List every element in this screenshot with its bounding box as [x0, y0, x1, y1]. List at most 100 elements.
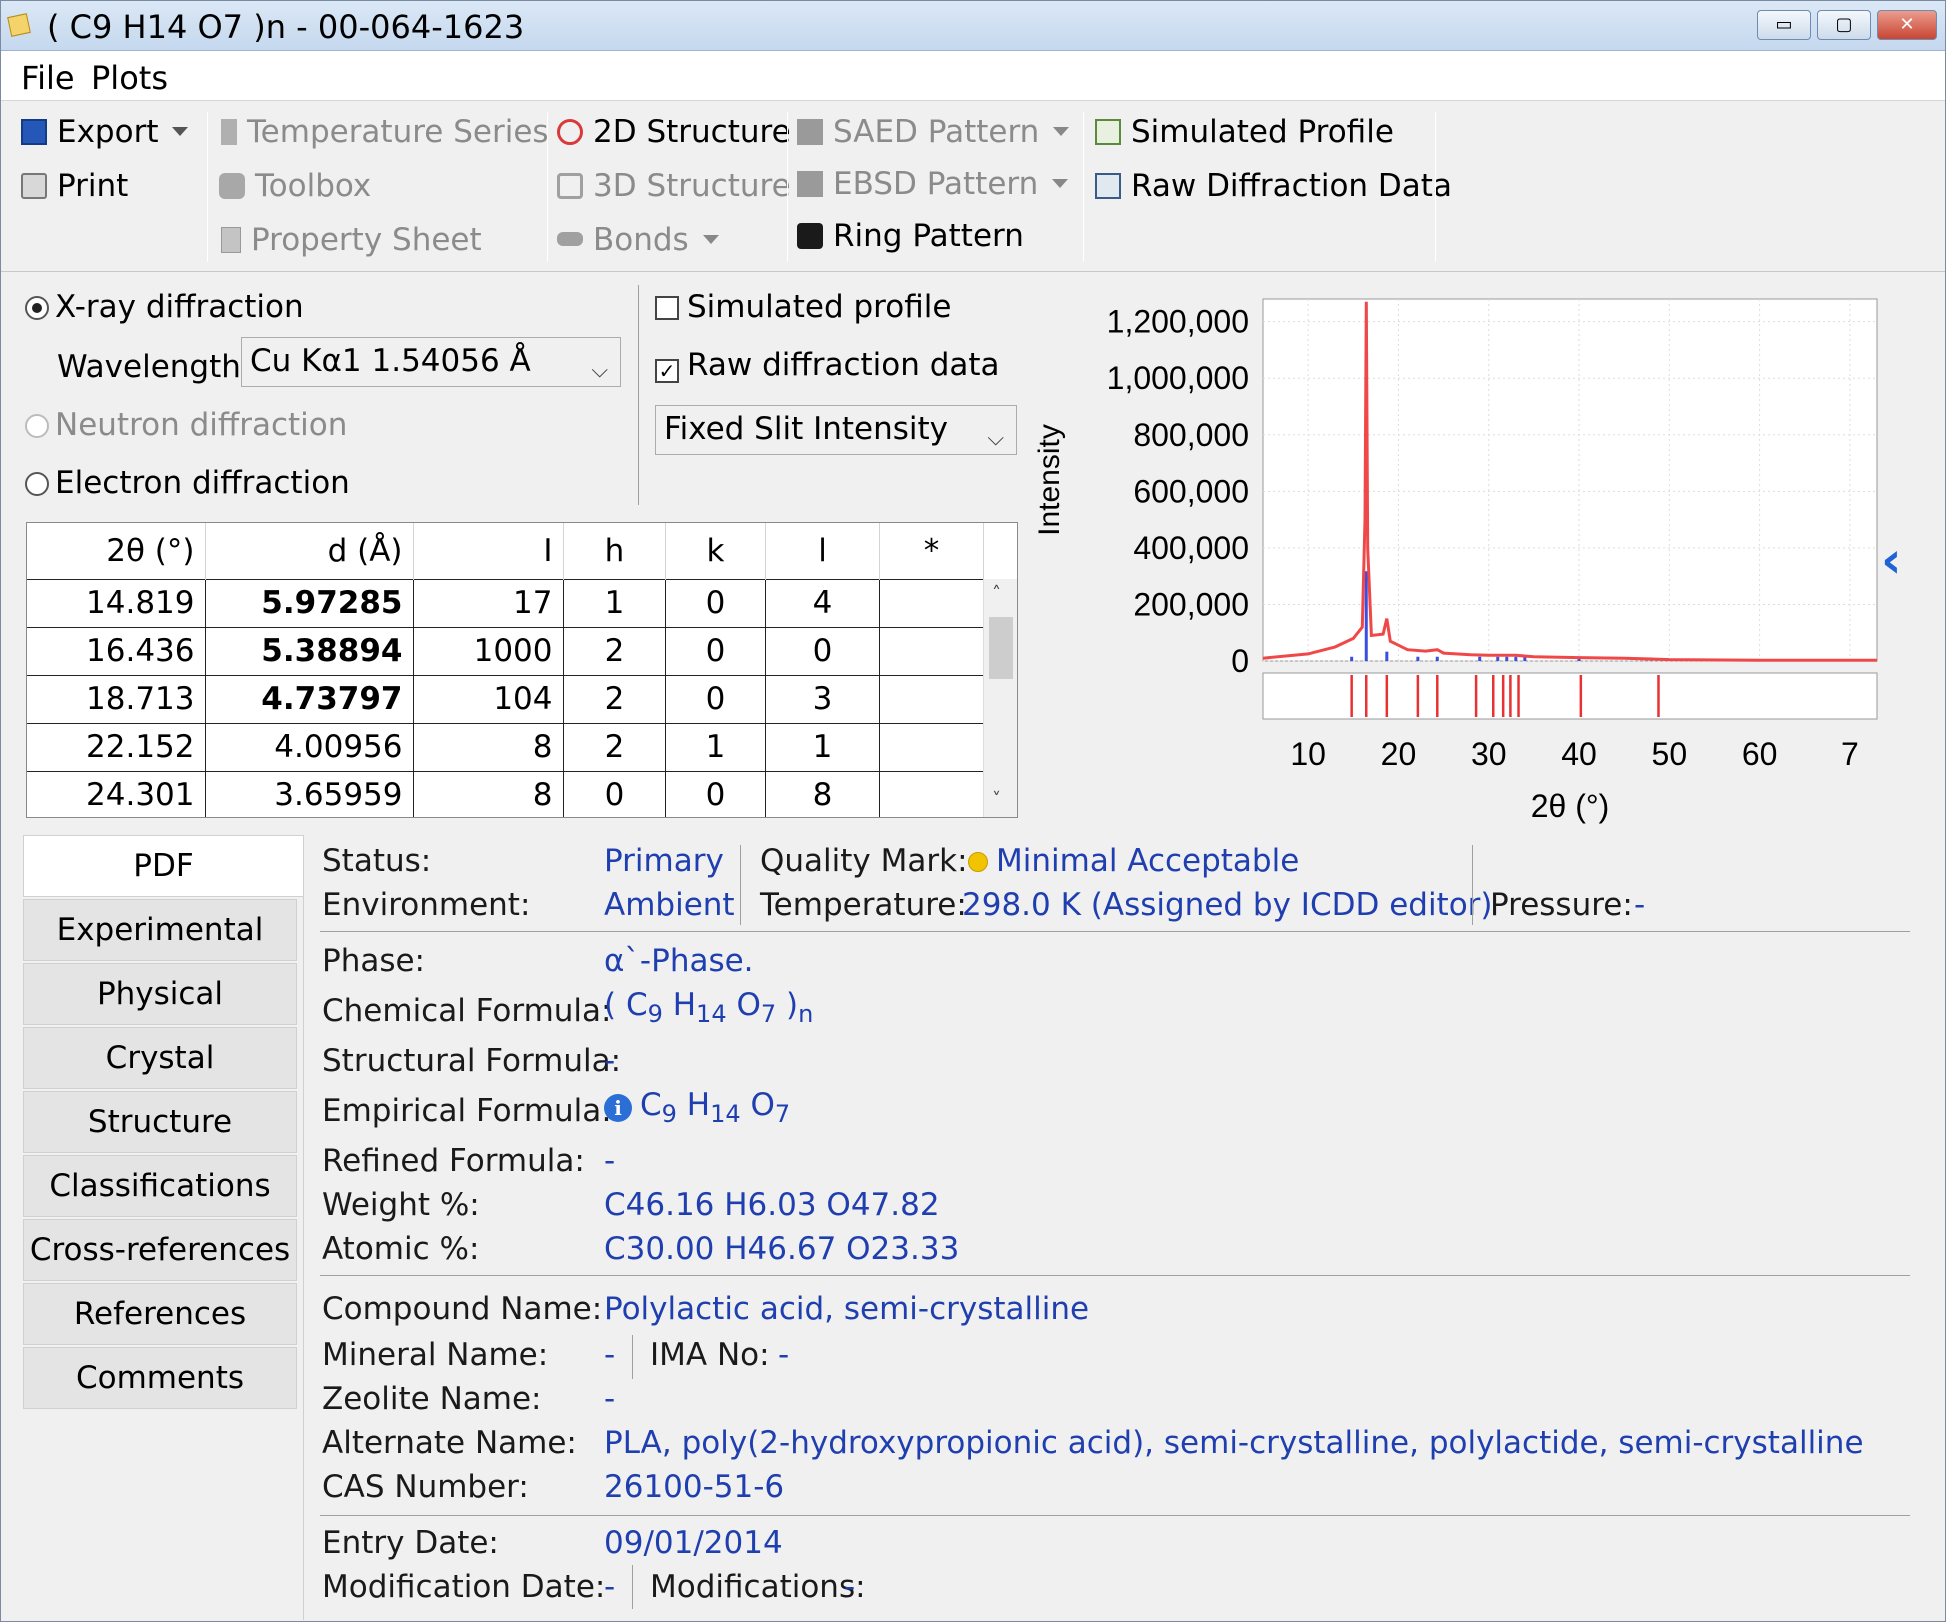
- xray-radio[interactable]: X-ray diffraction: [25, 289, 304, 325]
- x-tick-label: 20: [1381, 736, 1417, 772]
- modification-date-value[interactable]: -: [604, 1569, 615, 1605]
- maximize-button[interactable]: ▢: [1817, 10, 1871, 40]
- empirical-formula-value[interactable]: i C9 H14 O7: [604, 1087, 790, 1128]
- chevron-down-icon: [1052, 179, 1069, 188]
- minimize-button[interactable]: ▭: [1757, 10, 1811, 40]
- x-tick-label: 60: [1742, 736, 1778, 772]
- structural-formula-value[interactable]: -: [604, 1043, 615, 1079]
- compound-name-value[interactable]: Polylactic acid, semi-crystalline: [604, 1291, 1089, 1327]
- scroll-down-icon[interactable]: ˅: [992, 789, 1001, 810]
- weight-percent-value[interactable]: C46.16 H6.03 O47.82: [604, 1187, 940, 1223]
- cell-i: 8: [413, 722, 564, 771]
- mineral-name-value[interactable]: -: [604, 1337, 615, 1373]
- menu-plots[interactable]: Plots: [91, 59, 168, 97]
- ring-pattern-icon: [797, 223, 823, 249]
- cas-number-value[interactable]: 26100-51-6: [604, 1469, 784, 1505]
- cell-star: [879, 626, 984, 675]
- save-icon: [21, 119, 47, 145]
- table-row[interactable]: 22.152 4.00956 8 2 1 1: [27, 722, 984, 771]
- bonds-button[interactable]: Bonds: [557, 222, 719, 258]
- ebsd-pattern-button[interactable]: EBSD Pattern: [797, 166, 1069, 202]
- raw-data-icon: [1095, 173, 1121, 199]
- table-scrollbar[interactable]: ˄ ˅: [983, 579, 1017, 817]
- modifications-value[interactable]: -: [844, 1569, 855, 1605]
- property-sheet-button[interactable]: Property Sheet: [221, 222, 482, 258]
- simulated-profile-checkbox[interactable]: Simulated profile: [655, 289, 951, 325]
- structure-2d-button[interactable]: 2D Structure: [557, 114, 791, 150]
- tab-structure[interactable]: Structure: [23, 1091, 297, 1153]
- xray-label: X-ray diffraction: [55, 289, 304, 325]
- alternate-name-value[interactable]: PLA, poly(2-hydroxypropionic acid), semi…: [604, 1425, 1864, 1461]
- entry-date-value[interactable]: 09/01/2014: [604, 1525, 783, 1561]
- scrollbar-thumb[interactable]: [989, 617, 1013, 679]
- ring-pattern-button[interactable]: Ring Pattern: [797, 218, 1024, 254]
- tab-references[interactable]: References: [23, 1283, 297, 1345]
- col-header-l[interactable]: l: [765, 523, 880, 579]
- cell-l: 1: [765, 722, 880, 771]
- tab-crystal[interactable]: Crystal: [23, 1027, 297, 1089]
- saed-pattern-button[interactable]: SAED Pattern: [797, 114, 1070, 150]
- electron-label: Electron diffraction: [55, 465, 350, 501]
- col-header-2theta[interactable]: 2θ (°): [27, 523, 206, 579]
- status-value[interactable]: Primary: [604, 843, 724, 879]
- col-header-k[interactable]: k: [665, 523, 766, 579]
- tab-comments[interactable]: Comments: [23, 1347, 297, 1409]
- tab-physical[interactable]: Physical: [23, 963, 297, 1025]
- print-button[interactable]: Print: [21, 168, 128, 204]
- neutron-radio[interactable]: Neutron diffraction: [25, 407, 347, 443]
- tab-pdf[interactable]: PDF: [23, 835, 303, 897]
- pressure-value[interactable]: -: [1634, 887, 1645, 923]
- chevron-down-icon: [702, 235, 719, 244]
- tab-classifications[interactable]: Classifications: [23, 1155, 297, 1217]
- close-button[interactable]: ✕: [1877, 10, 1937, 40]
- formula-subscript: 14: [696, 1000, 727, 1029]
- col-header-star[interactable]: *: [879, 523, 984, 579]
- export-button[interactable]: Export: [21, 114, 189, 150]
- temperature-series-button[interactable]: Temperature Series: [221, 114, 549, 150]
- raw-diffraction-checkbox[interactable]: ✓ Raw diffraction data: [655, 347, 1000, 383]
- quality-mark-value[interactable]: Minimal Acceptable: [968, 843, 1299, 879]
- chemical-formula-value[interactable]: ( C9 H14 O7 )n: [604, 987, 813, 1028]
- section-divider: [320, 931, 1910, 932]
- cell-k: 0: [665, 770, 766, 817]
- col-header-d[interactable]: d (Å): [205, 523, 414, 579]
- atomic-percent-value[interactable]: C30.00 H46.67 O23.33: [604, 1231, 959, 1267]
- cell-2theta: 18.713: [27, 674, 206, 723]
- simulated-profile-button[interactable]: Simulated Profile: [1095, 114, 1394, 150]
- table-row[interactable]: 24.301 3.65959 8 0 0 8: [27, 770, 984, 817]
- scroll-up-icon[interactable]: ˄: [992, 583, 1001, 604]
- menu-file[interactable]: File: [21, 59, 75, 97]
- col-header-h[interactable]: h: [563, 523, 666, 579]
- cell-star: [879, 722, 984, 771]
- intensity-mode-select[interactable]: Fixed Slit Intensity ⌵: [655, 405, 1017, 455]
- structure-3d-button[interactable]: 3D Structure: [557, 168, 791, 204]
- tab-experimental[interactable]: Experimental: [23, 899, 297, 961]
- col-header-i[interactable]: I: [413, 523, 564, 579]
- wavelength-select[interactable]: Cu Kα1 1.54056 Å ⌵: [241, 337, 621, 387]
- tab-cross-references[interactable]: Cross-references: [23, 1219, 297, 1281]
- toolbox-button[interactable]: Toolbox: [219, 168, 371, 204]
- ima-number-value[interactable]: -: [778, 1337, 789, 1373]
- refined-formula-value[interactable]: -: [604, 1143, 615, 1179]
- cell-d: 5.97285: [205, 578, 414, 627]
- checkbox-checked: ✓: [655, 359, 679, 383]
- phase-value[interactable]: α`-Phase.: [604, 943, 754, 979]
- diffraction-chart[interactable]: 1,200,000 1,000,000 800,000 600,000 400,000 2…: [1031, 281, 1911, 841]
- formula-part: H: [662, 987, 697, 1023]
- info-icon[interactable]: i: [604, 1094, 632, 1122]
- cell-2theta: 16.436: [27, 626, 206, 675]
- table-row[interactable]: 14.819 5.97285 17 1 0 4: [27, 578, 984, 627]
- zeolite-name-value[interactable]: -: [604, 1381, 615, 1417]
- peak-table[interactable]: 2θ (°) d (Å) I h k l * 14.819 5.97285 17…: [26, 522, 1018, 818]
- table-row[interactable]: 18.713 4.73797 104 2 0 3: [27, 674, 984, 723]
- temperature-value[interactable]: 298.0 K (Assigned by ICDD editor): [962, 887, 1493, 923]
- temperature-label: Temperature:: [760, 887, 967, 923]
- structure-3d-label: 3D Structure: [593, 168, 791, 204]
- table-row[interactable]: 16.436 5.38894 1000 2 0 0: [27, 626, 984, 675]
- environment-value[interactable]: Ambient: [604, 887, 735, 923]
- raw-diffraction-data-button[interactable]: Raw Diffraction Data: [1095, 168, 1452, 204]
- electron-radio[interactable]: Electron diffraction: [25, 465, 350, 501]
- radio-unchecked: [25, 414, 49, 438]
- pressure-label: Pressure:: [1490, 887, 1633, 923]
- expand-panel-icon[interactable]: ‹: [1881, 531, 1902, 589]
